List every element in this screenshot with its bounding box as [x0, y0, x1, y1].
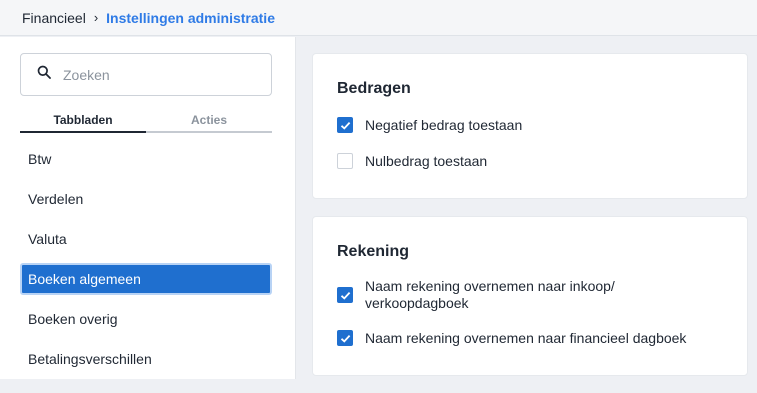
option-row: Nulbedrag toestaan: [337, 151, 723, 171]
sidebar-item-valuta[interactable]: Valuta: [20, 223, 272, 255]
section-rekening: Rekening Naam rekening overnemen naar in…: [312, 216, 748, 376]
breadcrumb-current: Instellingen administratie: [106, 9, 275, 26]
checkbox-naam-inkoop-verkoop[interactable]: [337, 287, 353, 303]
sidebar-item-betalingsverschillen[interactable]: Betalingsverschillen: [20, 343, 272, 375]
option-row: Naam rekening overnemen naar financieel …: [337, 328, 723, 348]
sidebar-item-boeken-overig[interactable]: Boeken overig: [20, 303, 272, 335]
sidebar-item-boeken-algemeen[interactable]: Boeken algemeen: [20, 263, 272, 295]
checkbox-nulbedrag[interactable]: [337, 153, 353, 169]
checkbox-naam-financieel-dagboek[interactable]: [337, 330, 353, 346]
search-input[interactable]: [63, 66, 243, 83]
option-label: Naam rekening overnemen naar inkoop/ ver…: [365, 278, 615, 311]
chevron-right-icon: ›: [93, 10, 99, 25]
option-row: Negatief bedrag toestaan: [337, 115, 723, 135]
section-title: Bedragen: [337, 80, 411, 97]
sidebar-item-btw[interactable]: Btw: [20, 143, 272, 175]
option-row: Naam rekening overnemen naar inkoop/ ver…: [337, 278, 723, 312]
tab-tabbladen[interactable]: Tabbladen: [20, 111, 146, 133]
sidebar-nav-list: Btw Verdelen Valuta Boeken algemeen Boek…: [20, 143, 272, 383]
section-bedragen: Bedragen Negatief bedrag toestaan Nulbed…: [312, 53, 748, 199]
sidebar-item-verdelen[interactable]: Verdelen: [20, 183, 272, 215]
sidebar: Tabbladen Acties Btw Verdelen Valuta Boe…: [0, 37, 296, 379]
search-box: [20, 53, 272, 96]
checkmark-icon: [340, 334, 350, 343]
breadcrumb: Financieel › Instellingen administratie: [0, 0, 757, 36]
settings-main: Bedragen Negatief bedrag toestaan Nulbed…: [312, 53, 748, 393]
checkbox-negatief-bedrag[interactable]: [337, 117, 353, 133]
option-label: Negatief bedrag toestaan: [365, 116, 523, 133]
sidebar-tabs: Tabbladen Acties: [20, 111, 272, 133]
breadcrumb-financieel-link[interactable]: Financieel: [22, 10, 86, 26]
search-icon: [37, 65, 51, 84]
section-title: Rekening: [337, 243, 410, 260]
option-label: Naam rekening overnemen naar financieel …: [365, 329, 687, 346]
checkmark-icon: [340, 291, 350, 300]
checkmark-icon: [340, 121, 350, 130]
tab-acties[interactable]: Acties: [146, 111, 272, 131]
option-label: Nulbedrag toestaan: [365, 152, 488, 169]
